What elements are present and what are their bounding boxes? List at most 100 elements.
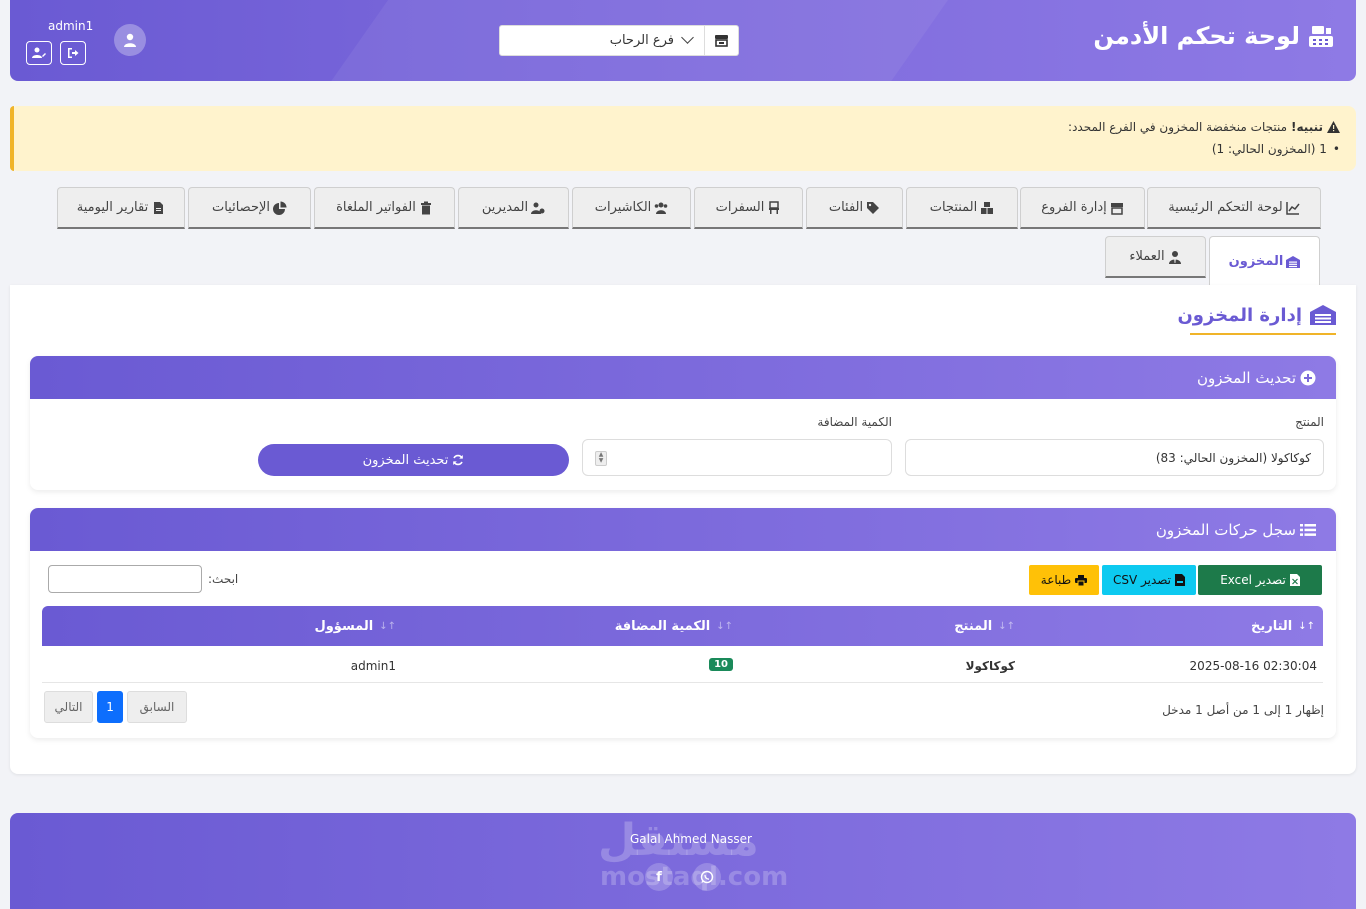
search-label: ابحث: [208,572,239,586]
tab-label: المنتجات [929,200,978,215]
footer: مستقل mostaql.com Galal Ahmed Nasser f [10,813,1356,909]
log-card-title: سجل حركات المخزون [1155,520,1296,539]
tab-label: لوحة التحكم الرئيسية [1168,200,1283,215]
tab-label: الكاشيرات [594,200,652,215]
user-edit-icon [32,47,46,58]
pagination-next-label: التالي [54,700,83,714]
tab-categories[interactable]: الفئات [806,187,903,229]
cell-user: admin1 [350,659,396,673]
users-icon [654,202,668,214]
trash-icon [420,201,431,214]
tab-label: المخزون [1228,254,1284,269]
store-icon [715,35,728,47]
col-user-header[interactable]: ↑↓ المسؤول [314,619,396,634]
quantity-label: الكمية المضافة [817,415,892,429]
pie-chart-icon [273,201,287,215]
pagination-page-1[interactable]: 1 [97,691,123,723]
tab-products[interactable]: المنتجات [906,187,1018,229]
export-excel-label: تصدير Excel [1220,573,1286,587]
col-date-header[interactable]: ↑↓ التاريخ [1251,619,1315,634]
branch-select[interactable]: فرع الرحاب [499,25,705,56]
avatar[interactable] [114,24,146,56]
print-label: طباعة [1040,573,1072,587]
tab-cancelled-invoices[interactable]: الفواتير الملغاة [314,187,455,229]
update-stock-button[interactable]: تحديث المخزون [258,444,569,476]
store-icon [1110,202,1123,215]
warning-icon [1327,121,1340,133]
title-underline [1190,333,1336,335]
print-button[interactable]: طباعة [1029,565,1099,595]
search-input[interactable] [48,565,202,593]
tab-label: الإحصائيات [211,200,271,215]
update-stock-card: تحديث المخزون المنتج كوكاكولا (المخزون ا… [30,356,1336,490]
pagination-prev-label: السابق [139,700,175,714]
update-card-title: تحديث المخزون [1196,368,1296,387]
update-card-header: تحديث المخزون [30,356,1336,399]
log-card-header: سجل حركات المخزون [30,508,1336,551]
whatsapp-glyph-icon [700,870,714,884]
whatsapp-icon[interactable] [693,863,721,891]
users-cog-icon [531,202,545,214]
product-select[interactable]: كوكاكولا (المخزون الحالي: 83) [905,439,1324,476]
boxes-icon [981,201,994,214]
export-excel-button[interactable]: تصدير Excel [1198,565,1322,595]
tab-daily-reports[interactable]: تقارير اليومية [57,187,185,229]
tab-managers[interactable]: المديرين [458,187,569,229]
cell-quantity-badge: 10 [709,658,733,671]
cell-date: 2025-08-16 02:30:04 [1189,659,1317,673]
alert-title-row: تنبيه! منتجات منخفضة المخزون في الفرع ال… [1068,120,1340,134]
tab-tables[interactable]: السفرات [694,187,803,229]
pagination-next[interactable]: التالي [44,691,93,723]
alert-title: تنبيه! [1291,120,1323,134]
export-csv-button[interactable]: تصدير CSV [1102,565,1196,595]
col-quantity-label: الكمية المضافة [614,619,711,634]
pagination-prev[interactable]: السابق [127,691,187,723]
user-icon [124,33,136,47]
col-product-label: المنتج [954,619,993,634]
tab-label: العملاء [1129,249,1165,264]
chart-line-icon [1285,201,1300,215]
tab-dashboard[interactable]: لوحة التحكم الرئيسية [1147,187,1321,229]
tab-inventory[interactable]: المخزون [1209,236,1320,286]
facebook-icon[interactable]: f [645,863,673,891]
tab-cashiers[interactable]: الكاشيرات [572,187,691,229]
print-icon [1075,574,1088,586]
col-user-label: المسؤول [314,619,374,634]
product-label: المنتج [1295,415,1324,429]
tab-customers[interactable]: العملاء [1105,236,1206,278]
tab-label: السفرات [715,200,765,215]
branch-select-value: فرع الرحاب [609,33,674,48]
tab-branches[interactable]: إدارة الفروع [1020,187,1145,229]
export-csv-label: تصدير CSV [1112,573,1172,587]
table-header: ↑↓ التاريخ ↑↓ المنتج ↑↓ الكمية المضافة ↑… [42,606,1323,646]
tags-icon [867,201,880,214]
col-quantity-header[interactable]: ↑↓ الكمية المضافة [615,619,733,634]
col-product-header[interactable]: ↑↓ المنتج [954,619,1015,634]
chair-icon [769,200,780,214]
warehouse-icon [1310,305,1336,325]
cash-register-icon [1309,26,1333,47]
product-select-value: كوكاكولا (المخزون الحالي: 83) [1155,450,1311,465]
cell-product: كوكاكولا [965,659,1015,673]
sync-icon [453,454,464,466]
stock-log-card: سجل حركات المخزون تصدير Excel تصدير CSV … [30,508,1336,738]
tab-statistics[interactable]: الإحصائيات [188,187,311,229]
sign-out-icon [68,48,79,58]
top-header: لوحة تحكم الأدمن فرع الرحاب admin1 [10,0,1356,81]
branch-store-button[interactable] [705,25,739,56]
update-stock-button-label: تحديث المخزون [362,452,449,468]
col-date-label: التاريخ [1250,619,1293,634]
sort-icon: ↑↓ [716,621,733,632]
plus-circle-icon [1300,370,1316,385]
page-title: لوحة تحكم الأدمن [1093,22,1300,50]
chevron-down-icon [681,31,694,44]
quantity-input[interactable]: ▲ ▼ [582,439,892,476]
sort-icon: ↑↓ [379,621,396,632]
sort-up-icon: ↑↓ [1298,621,1315,632]
logout-button[interactable] [60,41,86,65]
profile-edit-button[interactable] [26,41,52,65]
tab-label: تقارير اليومية [76,200,149,215]
alert-message: منتجات منخفضة المخزون في الفرع المحدد: [1068,120,1288,134]
sort-icon: ↑↓ [998,621,1015,632]
number-spinner[interactable]: ▲ ▼ [595,451,607,466]
